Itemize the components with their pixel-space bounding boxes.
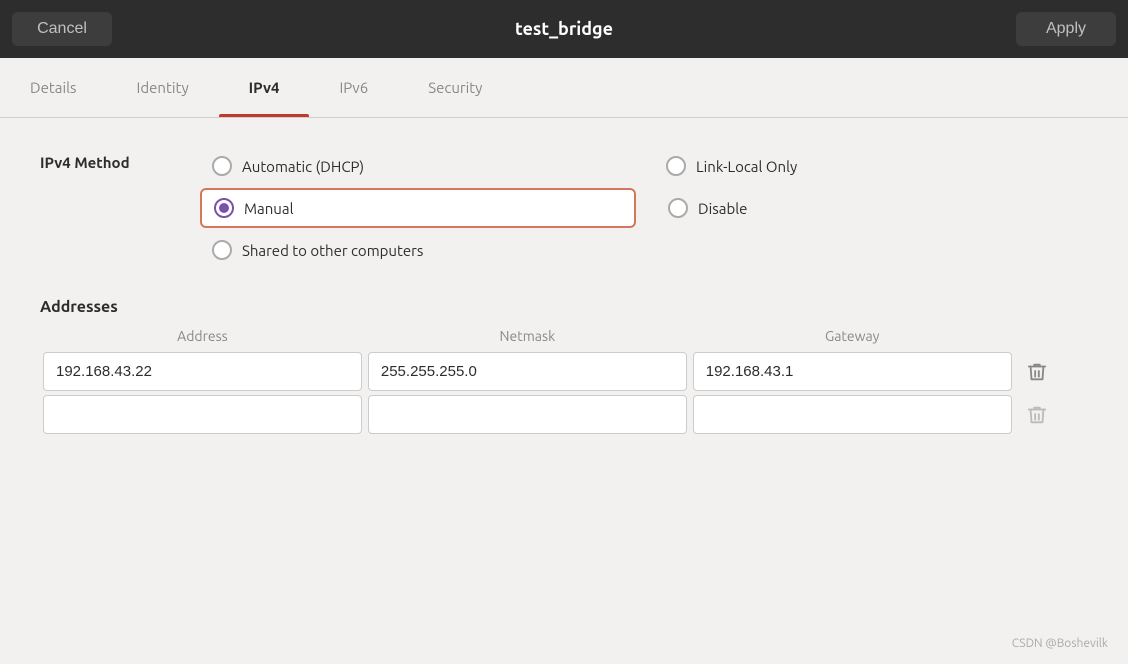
gateway-cell-2	[690, 393, 1015, 436]
radio-circle-manual	[214, 198, 234, 218]
netmask-cell-2	[365, 393, 690, 436]
radio-automatic[interactable]: Automatic (DHCP)	[200, 148, 634, 184]
radio-manual[interactable]: Manual	[200, 188, 636, 228]
main-content: IPv4 Method Automatic (DHCP) Link-Local …	[0, 118, 1128, 664]
radio-circle-shared	[212, 240, 232, 260]
method-label: IPv4 Method	[40, 148, 200, 171]
radio-disable[interactable]: Disable	[656, 188, 1088, 228]
address-input-2[interactable]	[43, 395, 362, 434]
addresses-title: Addresses	[40, 298, 1088, 316]
radio-shared[interactable]: Shared to other computers	[200, 232, 644, 268]
ipv4-method-section: IPv4 Method Automatic (DHCP) Link-Local …	[40, 148, 1088, 268]
window-title: test_bridge	[515, 19, 613, 39]
gateway-input-2[interactable]	[693, 395, 1012, 434]
radio-circle-automatic	[212, 156, 232, 176]
radio-label-automatic: Automatic (DHCP)	[242, 158, 364, 175]
tab-ipv4[interactable]: IPv4	[219, 58, 310, 117]
radio-circle-link-local	[666, 156, 686, 176]
address-input-1[interactable]	[43, 352, 362, 391]
cancel-button[interactable]: Cancel	[12, 12, 112, 46]
netmask-cell-1	[365, 350, 690, 393]
delete-row-2-button[interactable]	[1018, 396, 1056, 434]
radio-circle-disable	[668, 198, 688, 218]
tab-security[interactable]: Security	[398, 58, 512, 117]
tab-details[interactable]: Details	[0, 58, 107, 117]
radio-link-local[interactable]: Link-Local Only	[654, 148, 1088, 184]
table-row	[40, 393, 1088, 436]
table-row	[40, 350, 1088, 393]
radio-label-link-local: Link-Local Only	[696, 158, 797, 175]
addresses-table: Address Netmask Gateway	[40, 328, 1088, 436]
col-header-gateway: Gateway	[690, 328, 1015, 350]
gateway-input-1[interactable]	[693, 352, 1012, 391]
col-header-netmask: Netmask	[365, 328, 690, 350]
trash-icon	[1026, 361, 1048, 383]
address-cell-1	[40, 350, 365, 393]
radio-label-disable: Disable	[698, 200, 747, 217]
header-bar: Cancel test_bridge Apply	[0, 0, 1128, 58]
address-cell-2	[40, 393, 365, 436]
apply-button[interactable]: Apply	[1016, 12, 1116, 46]
radio-label-shared: Shared to other computers	[242, 242, 423, 259]
tab-identity[interactable]: Identity	[107, 58, 219, 117]
watermark: CSDN @Boshevilk	[1012, 637, 1108, 650]
gateway-cell-1	[690, 350, 1015, 393]
tab-bar: Details Identity IPv4 IPv6 Security	[0, 58, 1128, 118]
col-header-address: Address	[40, 328, 365, 350]
delete-row-1-button[interactable]	[1018, 353, 1056, 391]
tab-ipv6[interactable]: IPv6	[309, 58, 398, 117]
addresses-section: Addresses Address Netmask Gateway	[40, 298, 1088, 436]
radio-label-manual: Manual	[244, 200, 294, 217]
trash-icon	[1026, 404, 1048, 426]
netmask-input-2[interactable]	[368, 395, 687, 434]
netmask-input-1[interactable]	[368, 352, 687, 391]
